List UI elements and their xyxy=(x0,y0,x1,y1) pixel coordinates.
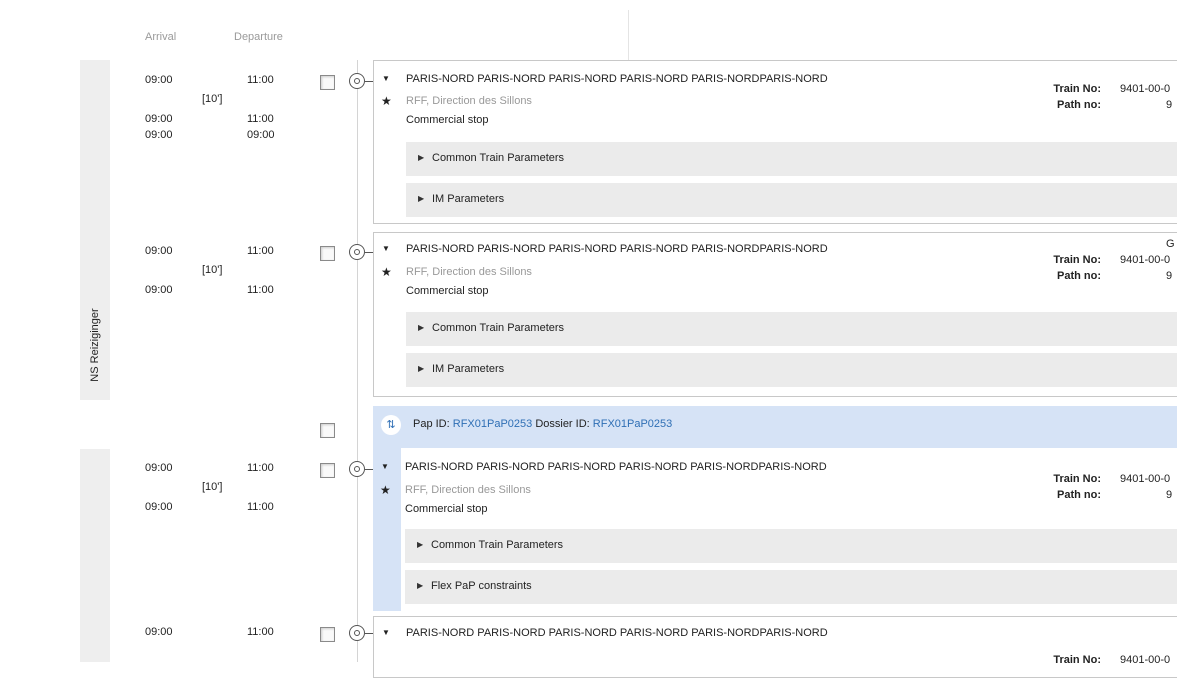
operator-name: RFF, Direction des Sillons xyxy=(405,484,531,496)
train-no-label: Train No: xyxy=(1053,473,1101,485)
arrival-time: 09:00 xyxy=(145,113,173,125)
expand-arrow-icon: ▶ xyxy=(418,194,425,203)
dwell-time: [10'] xyxy=(202,264,223,276)
train-no-label: Train No: xyxy=(1053,654,1101,666)
collapse-caret-icon[interactable]: ▼ xyxy=(382,628,390,637)
row-checkbox[interactable] xyxy=(320,246,335,261)
favorite-star-icon[interactable]: ★ xyxy=(381,94,392,108)
common-train-parameters-panel[interactable]: ▶ Common Train Parameters xyxy=(406,312,1177,346)
train-no-value: 9401-00-0 xyxy=(1120,654,1171,666)
collapse-caret-icon[interactable]: ▼ xyxy=(382,74,390,83)
dwell-time: [10'] xyxy=(202,93,223,105)
pap-link-icon: ⇅ xyxy=(381,415,401,435)
favorite-star-icon[interactable]: ★ xyxy=(381,265,392,279)
im-parameters-panel[interactable]: ▶ IM Parameters xyxy=(406,183,1177,217)
stop-node-icon xyxy=(349,73,365,89)
panel-label: Common Train Parameters xyxy=(432,152,565,164)
departure-time: 09:00 xyxy=(247,129,275,141)
stop-type: Commercial stop xyxy=(406,285,489,297)
path-no-value: 9 xyxy=(1166,489,1173,501)
common-train-parameters-panel[interactable]: ▶ Common Train Parameters xyxy=(406,142,1177,176)
expand-arrow-icon: ▶ xyxy=(417,581,424,590)
arrival-time: 09:00 xyxy=(145,284,173,296)
stop-card: ▼ PARIS-NORD PARIS-NORD PARIS-NORD PARIS… xyxy=(373,616,1177,678)
im-parameters-panel[interactable]: ▶ IM Parameters xyxy=(406,353,1177,387)
train-no-value: 9401-00-0 xyxy=(1120,254,1171,266)
stop-node-icon xyxy=(349,461,365,477)
panel-label: Common Train Parameters xyxy=(432,322,565,334)
train-no-value: 9401-00-0 xyxy=(1120,83,1171,95)
stop-title: PARIS-NORD PARIS-NORD PARIS-NORD PARIS-N… xyxy=(406,627,828,639)
collapse-caret-icon[interactable]: ▼ xyxy=(382,244,390,253)
stop-type: Commercial stop xyxy=(405,503,488,515)
panel-label: IM Parameters xyxy=(432,363,505,375)
stop-node-icon xyxy=(349,625,365,641)
row-checkbox[interactable] xyxy=(320,627,335,642)
stop-type: Commercial stop xyxy=(406,114,489,126)
arrival-time: 09:00 xyxy=(145,245,173,257)
dwell-time: [10'] xyxy=(202,481,223,493)
pap-checkbox[interactable] xyxy=(320,423,335,438)
arrival-time: 09:00 xyxy=(145,462,173,474)
header-divider xyxy=(628,10,629,60)
flex-pap-constraints-panel[interactable]: ▶ Flex PaP constraints xyxy=(405,570,1177,604)
timeline-line xyxy=(357,60,358,662)
panel-label: IM Parameters xyxy=(432,193,505,205)
stop-title: PARIS-NORD PARIS-NORD PARIS-NORD PARIS-N… xyxy=(406,73,828,85)
dossier-id-link[interactable]: RFX01PaP0253 xyxy=(593,418,673,430)
row-checkbox[interactable] xyxy=(320,463,335,478)
stop-title: PARIS-NORD PARIS-NORD PARIS-NORD PARIS-N… xyxy=(405,461,827,473)
arrival-time: 09:00 xyxy=(145,129,173,141)
stop-node-icon xyxy=(349,244,365,260)
common-train-parameters-panel[interactable]: ▶ Common Train Parameters xyxy=(405,529,1177,563)
operator-name: RFF, Direction des Sillons xyxy=(406,266,532,278)
status-glyph: G xyxy=(1166,238,1175,250)
pap-id-label: Pap ID: xyxy=(413,418,450,430)
path-no-label: Path no: xyxy=(1057,99,1101,111)
arrival-time: 09:00 xyxy=(145,626,173,638)
dossier-id-label: Dossier ID: xyxy=(535,418,590,430)
path-no-value: 9 xyxy=(1166,270,1173,282)
departure-time: 11:00 xyxy=(247,501,274,513)
expand-arrow-icon: ▶ xyxy=(418,323,425,332)
path-no-label: Path no: xyxy=(1057,270,1101,282)
operator-group-label: NS Reiziginger xyxy=(89,308,101,382)
departure-time: 11:00 xyxy=(247,462,274,474)
departure-time: 11:00 xyxy=(247,284,274,296)
expand-arrow-icon: ▶ xyxy=(417,540,424,549)
operator-name: RFF, Direction des Sillons xyxy=(406,95,532,107)
train-no-label: Train No: xyxy=(1053,254,1101,266)
train-no-value: 9401-00-0 xyxy=(1120,473,1171,485)
path-no-label: Path no: xyxy=(1057,489,1101,501)
arrival-time: 09:00 xyxy=(145,501,173,513)
row-checkbox[interactable] xyxy=(320,75,335,90)
stop-title: PARIS-NORD PARIS-NORD PARIS-NORD PARIS-N… xyxy=(406,243,828,255)
favorite-star-icon[interactable]: ★ xyxy=(380,483,391,497)
departure-time: 11:00 xyxy=(247,113,274,125)
arrival-time: 09:00 xyxy=(145,74,173,86)
expand-arrow-icon: ▶ xyxy=(418,364,425,373)
expand-arrow-icon: ▶ xyxy=(418,153,425,162)
panel-label: Common Train Parameters xyxy=(431,539,564,551)
arrival-header: Arrival xyxy=(145,31,177,43)
path-no-value: 9 xyxy=(1166,99,1173,111)
departure-time: 11:00 xyxy=(247,626,274,638)
departure-header: Departure xyxy=(234,31,283,43)
departure-time: 11:00 xyxy=(247,245,274,257)
operator-group-band-2 xyxy=(80,449,110,662)
train-no-label: Train No: xyxy=(1053,83,1101,95)
pap-id-link[interactable]: RFX01PaP0253 xyxy=(453,418,533,430)
departure-time: 11:00 xyxy=(247,74,274,86)
collapse-caret-icon[interactable]: ▼ xyxy=(381,462,389,471)
pap-info: Pap ID: RFX01PaP0253 Dossier ID: RFX01Pa… xyxy=(413,418,672,430)
panel-label: Flex PaP constraints xyxy=(431,580,532,592)
